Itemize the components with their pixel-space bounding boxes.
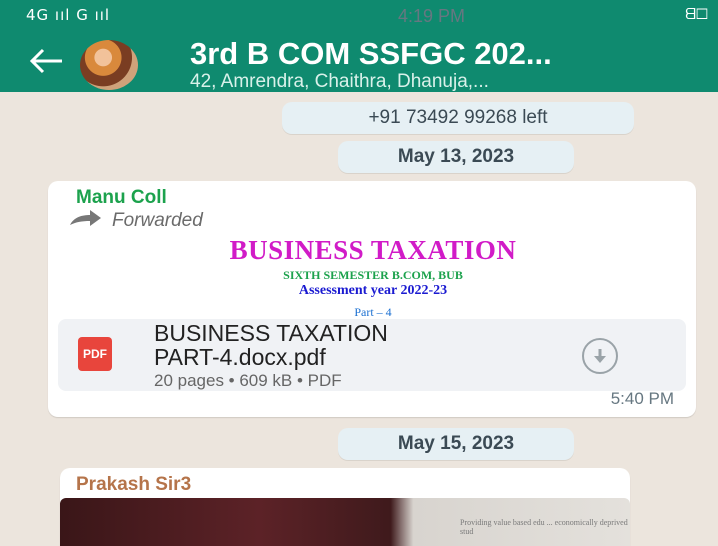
document-preview[interactable]: BUSINESS TAXATION SIXTH SEMESTER B.COM, …: [58, 233, 688, 319]
network-indicator: 4G ııl G ııl: [26, 6, 111, 24]
status-bar: 4G ııl G ııl 4:19 PM ᗺ☐: [0, 6, 718, 32]
group-members[interactable]: 42, Amrendra, Chaithra, Dhanuja,...: [190, 71, 489, 93]
download-icon[interactable]: [582, 338, 618, 374]
message-bubble[interactable]: Prakash Sir3 Providing value based edu .…: [60, 468, 630, 546]
chat-area[interactable]: +91 73492 99268 left May 13, 2023 Manu C…: [0, 92, 718, 546]
forward-arrow-icon: [68, 209, 102, 233]
status-icons: ᗺ☐: [685, 6, 708, 23]
preview-semester: SIXTH SEMESTER B.COM, BUB: [283, 268, 463, 282]
document-attachment[interactable]: PDF BUSINESS TAXATION PART-4.docx.pdf 20…: [58, 319, 686, 391]
photo-text: Providing value based edu ... economical…: [460, 518, 628, 536]
date-divider: May 15, 2023: [338, 428, 574, 460]
status-time: 4:19 PM: [398, 6, 466, 26]
preview-part: Part – 4: [354, 305, 392, 319]
group-avatar[interactable]: [80, 40, 138, 90]
message-bubble[interactable]: Manu Coll Forwarded BUSINESS TAXATION SI…: [48, 181, 696, 417]
group-title[interactable]: 3rd B COM SSFGC 202...: [190, 36, 552, 72]
preview-year: Assessment year 2022-23: [298, 283, 448, 298]
photo-attachment[interactable]: Providing value based edu ... economical…: [60, 498, 630, 546]
sender-name[interactable]: Prakash Sir3: [76, 474, 191, 496]
chat-header: 4G ııl G ııl 4:19 PM ᗺ☐ 3rd B COM SSFGC …: [0, 0, 718, 92]
sender-name[interactable]: Manu Coll: [76, 187, 167, 209]
back-arrow-icon[interactable]: [26, 46, 66, 76]
preview-title: BUSINESS TAXATION: [229, 235, 517, 265]
pdf-icon: PDF: [78, 337, 112, 371]
document-meta: 20 pages • 609 kB • PDF: [154, 371, 342, 390]
document-name: BUSINESS TAXATION PART-4.docx.pdf: [154, 320, 388, 370]
system-message: +91 73492 99268 left: [282, 102, 634, 134]
message-time: 5:40 PM: [610, 389, 674, 408]
date-divider: May 13, 2023: [338, 141, 574, 173]
forwarded-label: Forwarded: [68, 209, 203, 233]
